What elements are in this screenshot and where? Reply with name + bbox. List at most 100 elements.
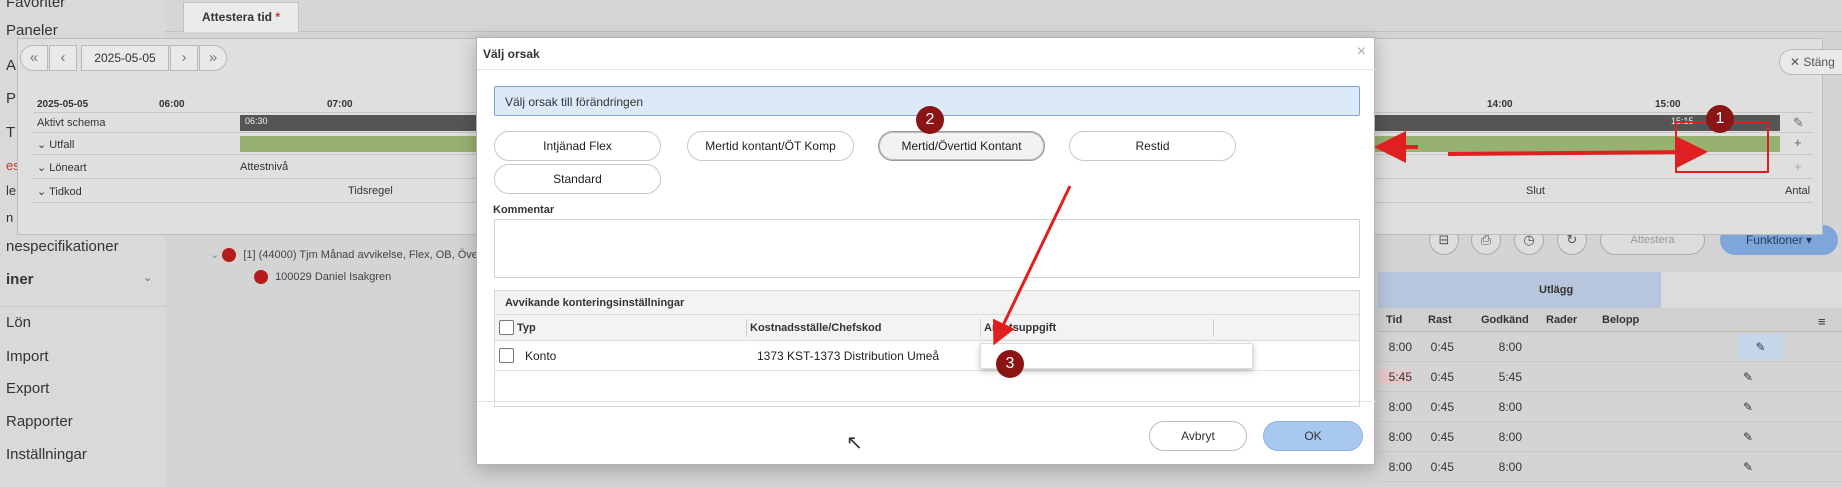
cancel-button[interactable]: Avbryt — [1149, 421, 1247, 451]
modified-indicator: * — [275, 10, 281, 24]
sidebar-item-paneler[interactable]: Paneler — [6, 22, 58, 39]
sidebar-item-installningar[interactable]: Inställningar — [6, 446, 87, 463]
col-rast[interactable]: Rast — [1428, 314, 1452, 326]
mouse-cursor-icon: ↖ — [846, 432, 863, 454]
pencil-icon[interactable]: ✎ — [1743, 460, 1753, 474]
plus-icon[interactable]: + — [1794, 135, 1802, 150]
reason-mertid-overtid-kontant[interactable]: Mertid/Övertid Kontant — [878, 131, 1045, 161]
row-label-tidkod[interactable]: ⌄ Tidkod — [37, 185, 82, 198]
status-dot-icon — [222, 248, 237, 263]
modal-title: Välj orsak — [483, 47, 540, 61]
cell-godkand: 8:00 — [1498, 400, 1522, 414]
cell-rast: 0:45 — [1430, 340, 1454, 354]
tick-label: 14:00 — [1487, 99, 1513, 110]
sidebar-item-p[interactable]: P — [6, 90, 16, 107]
ok-button[interactable]: OK — [1263, 421, 1363, 451]
close-icon: ✕ — [1790, 55, 1801, 69]
reason-standard[interactable]: Standard — [494, 164, 661, 194]
cell-godkand: 5:45 — [1498, 370, 1522, 384]
sidebar-item-import[interactable]: Import — [6, 348, 49, 365]
cell-godkand: 8:00 — [1498, 340, 1522, 354]
sidebar-item-iner[interactable]: iner — [6, 271, 34, 288]
sidebar-item-rapporter[interactable]: Rapporter — [6, 413, 73, 430]
table-row[interactable]: 8:00 0:45 8:00 ✎ — [1378, 392, 1842, 422]
double-chevron-left-icon[interactable]: « — [20, 45, 48, 71]
table-row[interactable]: 5:45 0:45 5:45 ✎ — [1378, 362, 1842, 392]
chevron-left-icon[interactable]: ‹ — [49, 45, 77, 71]
row-label: Tidkod — [49, 186, 82, 198]
cell-godkand: 8:00 — [1498, 460, 1522, 474]
column-divider — [746, 319, 747, 337]
sidebar-item-lon[interactable]: Lön — [6, 314, 31, 331]
modal-footer-divider — [477, 401, 1376, 402]
account-settings-panel: Avvikande konteringsinställningar Typ Ko… — [494, 290, 1360, 407]
annotation-badge-3: 3 — [996, 350, 1024, 378]
cell-tid: 8:00 — [1388, 430, 1412, 444]
cell-tid: 8:00 — [1388, 400, 1412, 414]
bar-start-label: 06:30 — [245, 116, 268, 126]
cell-tid: 5:45 — [1378, 370, 1412, 384]
cell-rast: 0:45 — [1430, 460, 1454, 474]
col-godkand[interactable]: Godkänd — [1481, 314, 1529, 326]
table-row[interactable]: 8:00 0:45 8:00 ✎ — [1378, 452, 1842, 482]
account-table-header: Typ Kostnadsställe/Chefskod Arbetsuppgif… — [495, 315, 1359, 341]
tab-attestera-tid[interactable]: Attestera tid * — [183, 2, 300, 32]
row-label-loneart[interactable]: ⌄ Löneart — [37, 161, 87, 174]
chevron-right-icon[interactable]: › — [170, 45, 198, 71]
col-arbetsuppgift[interactable]: Arbetsuppgift — [984, 322, 1056, 334]
choose-reason-modal: Välj orsak × Välj orsak till förändringe… — [476, 37, 1376, 465]
col-tid[interactable]: Tid — [1386, 314, 1402, 326]
pencil-icon[interactable]: ✎ — [1743, 430, 1753, 444]
cell-godkand: 8:00 — [1498, 430, 1522, 444]
menu-icon[interactable]: ≡ — [1818, 314, 1826, 329]
col-kostnadsstalle[interactable]: Kostnadsställe/Chefskod — [750, 322, 881, 334]
row-label-utfall[interactable]: ⌄ Utfall — [37, 138, 74, 151]
chevron-down-icon[interactable]: ⌄ — [210, 249, 219, 261]
tree-employee-row[interactable]: 100029 Daniel Isakgren — [254, 270, 391, 284]
tree-group-row[interactable]: ⌄ [1] (44000) Tjm Månad avvikelse, Flex,… — [210, 248, 485, 263]
reason-intjanad-flex[interactable]: Intjänad Flex — [494, 131, 661, 161]
date-display[interactable]: 2025-05-05 — [81, 45, 169, 71]
pencil-icon[interactable]: ✎ — [1793, 115, 1804, 131]
tree-employee-label: 100029 Daniel Isakgren — [275, 270, 392, 283]
close-icon[interactable]: × — [1357, 43, 1366, 61]
row-checkbox[interactable] — [499, 348, 514, 363]
close-button[interactable]: ✕ Stäng — [1779, 49, 1842, 75]
sidebar-item-lonespecifikationer[interactable]: nespecifikationer — [6, 238, 119, 255]
row-label: Aktivt schema — [37, 117, 106, 129]
cell-kostnadsstalle[interactable]: 1373 KST-1373 Distribution Umeå — [757, 349, 939, 363]
sidebar-item-t[interactable]: T — [6, 124, 15, 141]
col-typ[interactable]: Typ — [517, 322, 536, 334]
pencil-icon[interactable]: ✎ — [1738, 334, 1783, 360]
plus-icon[interactable]: + — [1794, 159, 1802, 174]
tick-label: 06:00 — [159, 99, 185, 110]
table-row[interactable]: 8:00 0:45 8:00 ✎ — [1378, 332, 1842, 362]
annotation-badge-1: 1 — [1706, 105, 1734, 133]
cell-tid: 8:00 — [1388, 460, 1412, 474]
pencil-icon[interactable]: ✎ — [1743, 370, 1753, 384]
double-chevron-right-icon[interactable]: » — [199, 45, 227, 71]
sidebar-divider — [0, 306, 165, 307]
timeline-date: 2025-05-05 — [37, 99, 89, 110]
close-label: Stäng — [1803, 55, 1835, 69]
status-dot-icon — [254, 270, 268, 284]
select-all-checkbox[interactable] — [499, 320, 514, 335]
pencil-icon[interactable]: ✎ — [1743, 400, 1753, 414]
sidebar-item-a[interactable]: A — [6, 57, 16, 74]
tab-strip: Attestera tid * — [165, 0, 1842, 32]
chevron-down-icon[interactable]: ⌄ — [143, 271, 152, 284]
sidebar-item-favoriter[interactable]: Favoriter — [6, 0, 65, 11]
time-table: Utlägg Tid Rast Godkänd Rader Belopp ≡ 8… — [1378, 272, 1842, 487]
reason-mertid-kontant-ot-komp[interactable]: Mertid kontant/ÖT Komp — [687, 131, 854, 161]
table-group-header — [1378, 272, 1661, 308]
comment-textarea[interactable] — [494, 219, 1360, 278]
col-rader[interactable]: Rader — [1546, 314, 1577, 326]
column-divider — [980, 319, 981, 337]
sidebar-item-export[interactable]: Export — [6, 380, 49, 397]
reason-restid[interactable]: Restid — [1069, 131, 1236, 161]
table-group-header-right — [1661, 272, 1842, 308]
col-attestniva: Attestnivå — [240, 161, 289, 173]
cell-rast: 0:45 — [1430, 400, 1454, 414]
col-belopp[interactable]: Belopp — [1602, 314, 1639, 326]
table-row[interactable]: 8:00 0:45 8:00 ✎ — [1378, 422, 1842, 452]
